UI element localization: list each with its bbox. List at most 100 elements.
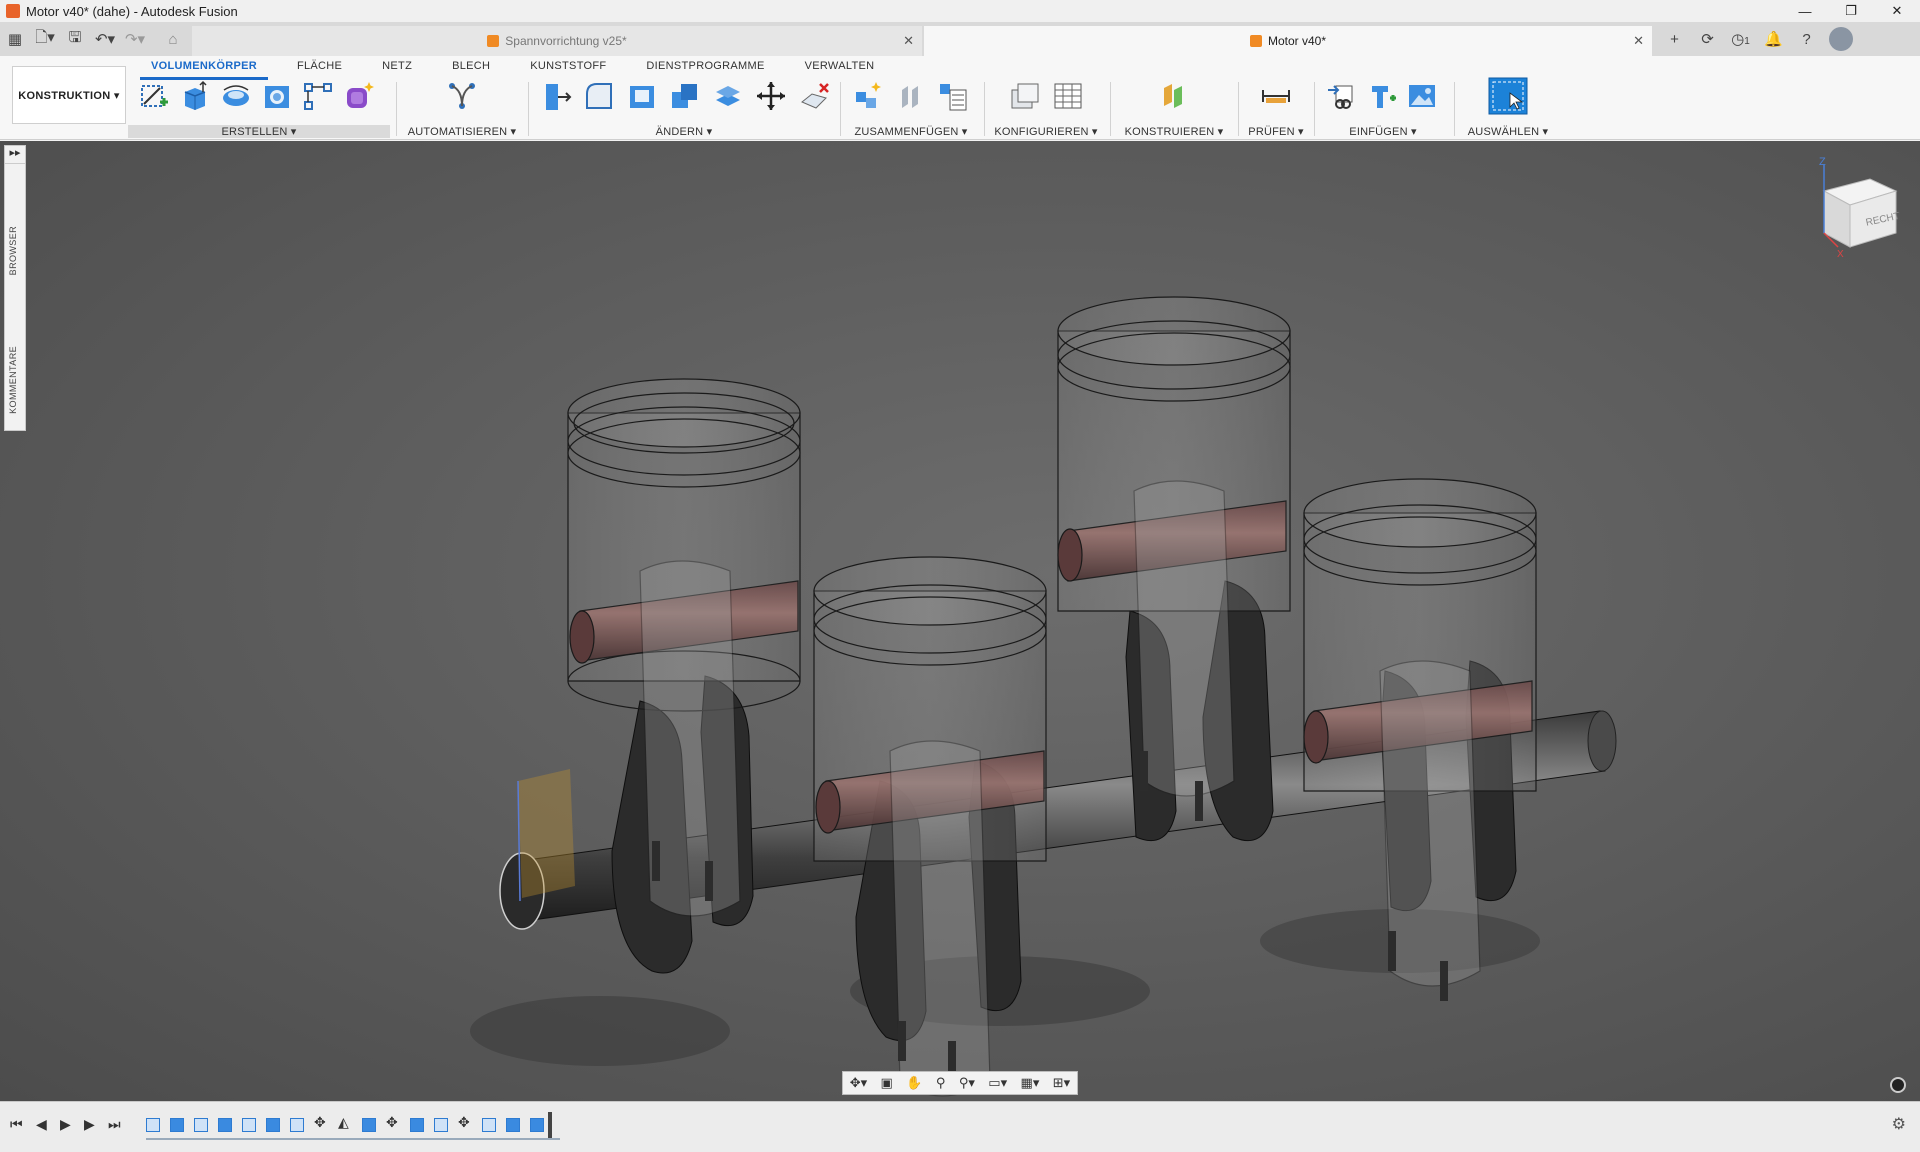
tab-verwalten[interactable]: VERWALTEN [794, 58, 886, 76]
timeline-play-button[interactable]: ▶ [60, 1116, 71, 1133]
redo-icon[interactable]: ↷▾ [120, 22, 150, 56]
bill-of-materials-icon[interactable] [936, 80, 968, 112]
tab-spannvorrichtung[interactable]: Spannvorrichtung v25* ✕ [192, 26, 922, 56]
insert-derive-icon[interactable] [1326, 80, 1358, 112]
joint-icon[interactable] [894, 80, 926, 112]
konstruieren-menu[interactable]: KONSTRUIEREN ▾ [1116, 125, 1232, 138]
timeline-feature-sketch[interactable] [242, 1118, 256, 1132]
timeline-feature-sketch[interactable] [482, 1118, 496, 1132]
timeline-last-button[interactable]: ⏭ [108, 1116, 121, 1133]
tab-dienstprogramme[interactable]: DIENSTPROGRAMME [635, 58, 775, 76]
avatar[interactable] [1829, 27, 1853, 51]
pan-icon[interactable]: ✋ [906, 1075, 922, 1091]
tab-blech[interactable]: BLECH [441, 58, 501, 76]
timeline-marker[interactable] [548, 1112, 552, 1140]
timeline-settings-icon[interactable]: ⚙ [1892, 1114, 1906, 1134]
tab-motor[interactable]: Motor v40* ✕ [924, 26, 1652, 56]
shell-icon[interactable] [626, 80, 658, 112]
sync-icon[interactable]: ⟳ [1691, 30, 1724, 48]
timeline-feature-combine[interactable] [410, 1118, 424, 1132]
measure-icon[interactable] [1260, 80, 1292, 112]
minimize-button[interactable]: — [1782, 0, 1828, 22]
display-settings-icon[interactable]: ▭▾ [988, 1075, 1007, 1091]
file-menu-icon[interactable]: 🗋▾ [30, 22, 60, 56]
tab-flaeche[interactable]: FLÄCHE [286, 58, 353, 76]
timeline-feature-move[interactable]: ✥ [458, 1114, 472, 1130]
comments-panel-toggle[interactable]: KOMMENTARE [8, 346, 18, 414]
timeline-feature-move[interactable]: ✥ [386, 1114, 400, 1130]
timeline-feature-pattern[interactable] [434, 1118, 448, 1132]
tab-volumenkoerper[interactable]: VOLUMENKÖRPER [140, 58, 268, 80]
combine-icon[interactable] [669, 80, 701, 112]
timeline-feature-combine[interactable] [530, 1118, 544, 1132]
timeline-feature-extrude[interactable] [218, 1118, 232, 1132]
new-component-icon[interactable] [852, 80, 884, 112]
restore-button[interactable]: ❐ [1828, 0, 1874, 22]
timeline-feature-mirror[interactable]: ◭ [338, 1114, 352, 1130]
timeline-prev-button[interactable]: ◀ [36, 1116, 47, 1133]
tab-kunststoff[interactable]: KUNSTSTOFF [519, 58, 617, 76]
close-window-button[interactable]: ✕ [1874, 0, 1920, 22]
create-sketch-icon[interactable] [138, 80, 170, 112]
timeline-feature-pattern[interactable] [290, 1118, 304, 1132]
zusammenfuegen-menu[interactable]: ZUSAMMENFÜGEN ▾ [846, 125, 976, 138]
zoom-icon[interactable]: ⚲ [936, 1075, 946, 1091]
timeline-feature-extrude[interactable] [266, 1118, 280, 1132]
new-tab-button[interactable]: + [1658, 31, 1691, 48]
undo-icon[interactable]: ↶▾ [90, 22, 120, 56]
3d-viewport[interactable]: ▸▸ BROWSER KOMMENTARE RECHTS Z X ✥▾ ▣ ✋ … [0, 141, 1920, 1101]
configure-icon[interactable] [1008, 80, 1040, 112]
timeline-feature-sketch[interactable] [146, 1118, 160, 1132]
konfigurieren-menu[interactable]: KONFIGURIEREN ▾ [990, 125, 1102, 138]
timeline-feature-sketch[interactable] [194, 1118, 208, 1132]
fit-icon[interactable]: ⚲▾ [959, 1075, 975, 1091]
insert-mcmaster-icon[interactable] [1366, 80, 1398, 112]
revolve-icon[interactable] [220, 80, 252, 112]
form-icon[interactable] [343, 80, 375, 112]
offset-face-icon[interactable] [712, 80, 744, 112]
timeline-feature-move[interactable]: ✥ [314, 1114, 328, 1130]
erstellen-menu[interactable]: ERSTELLEN ▾ [128, 125, 390, 138]
browser-panel-toggle[interactable]: BROWSER [8, 226, 18, 275]
tab-netz[interactable]: NETZ [371, 58, 423, 76]
press-pull-icon[interactable] [540, 80, 572, 112]
configuration-table-icon[interactable] [1052, 80, 1084, 112]
einfuegen-menu[interactable]: EINFÜGEN ▾ [1320, 125, 1446, 138]
look-at-icon[interactable]: ▣ [881, 1075, 893, 1091]
timeline-feature-extrude[interactable] [170, 1118, 184, 1132]
viewports-icon[interactable]: ⊞▾ [1053, 1075, 1070, 1091]
automatisieren-menu[interactable]: AUTOMATISIEREN ▾ [400, 125, 524, 138]
hole-icon[interactable] [261, 80, 293, 112]
pattern-icon[interactable] [302, 80, 334, 112]
pruefen-menu[interactable]: PRÜFEN ▾ [1244, 125, 1308, 138]
timeline-feature-combine[interactable] [362, 1118, 376, 1132]
expand-panel-icon[interactable]: ▸▸ [5, 146, 25, 164]
orbit-icon[interactable]: ✥▾ [850, 1075, 867, 1091]
move-icon[interactable] [755, 80, 787, 112]
sync-status-icon[interactable] [1890, 1077, 1906, 1093]
timeline-first-button[interactable]: ⏮ [10, 1116, 23, 1133]
timeline-feature-extrude[interactable] [506, 1118, 520, 1132]
save-icon[interactable]: 🖫 [60, 22, 90, 56]
grid-icon[interactable]: ▦▾ [1021, 1075, 1040, 1091]
delete-icon[interactable] [798, 80, 830, 112]
automate-icon[interactable] [446, 80, 478, 112]
extrude-icon[interactable] [179, 80, 211, 112]
fillet-icon[interactable] [583, 80, 615, 112]
home-icon[interactable]: ⌂ [158, 22, 188, 56]
insert-canvas-icon[interactable] [1406, 80, 1438, 112]
auswaehlen-menu[interactable]: AUSWÄHLEN ▾ [1460, 125, 1556, 138]
close-tab-icon[interactable]: ✕ [1633, 33, 1644, 49]
help-icon[interactable]: ? [1790, 31, 1823, 48]
app-grid-icon[interactable]: ▦ [0, 22, 30, 56]
notifications-icon[interactable]: 🔔 [1757, 30, 1790, 48]
aendern-menu[interactable]: ÄNDERN ▾ [534, 125, 834, 138]
close-tab-icon[interactable]: ✕ [903, 33, 914, 49]
offset-plane-icon[interactable] [1158, 80, 1190, 112]
engine-model[interactable] [0, 141, 1920, 1101]
view-cube[interactable]: RECHTS Z X [1810, 151, 1900, 261]
job-status-icon[interactable]: ◷1 [1724, 30, 1757, 48]
timeline-next-button[interactable]: ▶ [84, 1116, 95, 1133]
select-icon[interactable] [1488, 77, 1528, 115]
workspace-switcher[interactable]: KONSTRUKTION ▾ [12, 66, 126, 124]
